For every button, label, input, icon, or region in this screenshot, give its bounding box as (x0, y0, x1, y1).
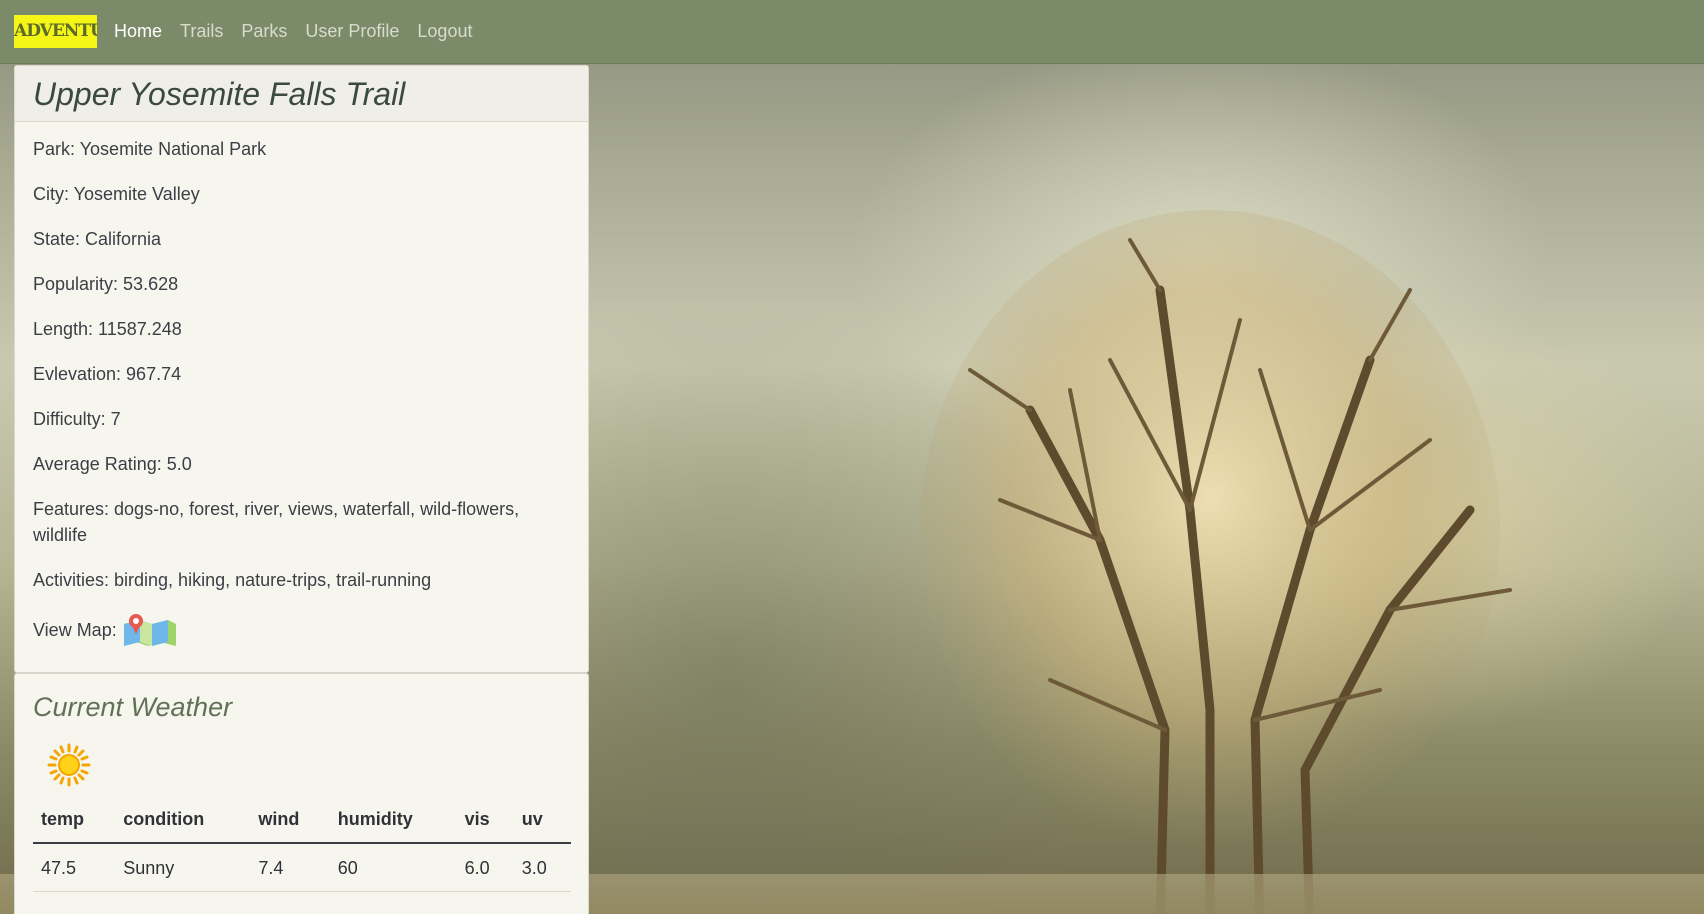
weather-col-uv: uv (513, 801, 571, 844)
trail-card-header: Upper Yosemite Falls Trail (15, 66, 588, 122)
weather-condition-value: Sunny (115, 843, 251, 892)
trail-length: Length: 11587.248 (33, 319, 182, 339)
weather-header-row: temp condition wind humidity vis uv (33, 801, 571, 844)
weather-temp-value: 47.5 (33, 843, 116, 892)
view-map-label: View Map: (33, 620, 117, 640)
weather-uv-value: 3.0 (513, 843, 571, 892)
nav-home[interactable]: Home (114, 21, 162, 42)
map-pin-icon[interactable] (122, 612, 178, 648)
brand-logo[interactable]: ADVENTURE (14, 15, 97, 48)
weather-title: Current Weather (33, 692, 233, 722)
weather-col-wind: wind (250, 801, 330, 844)
weather-col-temp: temp (33, 801, 116, 844)
nav-logout[interactable]: Logout (417, 21, 472, 42)
trail-park: Park: Yosemite National Park (33, 139, 267, 159)
trail-activities: Activities: birding, hiking, nature-trip… (33, 570, 432, 590)
nav-links: Home Trails Parks User Profile Logout (114, 21, 490, 42)
nav-user-profile[interactable]: User Profile (305, 21, 399, 42)
nav-parks[interactable]: Parks (241, 21, 287, 42)
weather-table: temp condition wind humidity vis uv 47.5… (33, 801, 571, 892)
weather-col-humidity: humidity (329, 801, 457, 844)
trail-features: Features: dogs-no, forest, river, views,… (33, 499, 520, 545)
view-map-row: View Map: (33, 612, 570, 648)
trail-title: Upper Yosemite Falls Trail (33, 76, 406, 112)
nav-trails[interactable]: Trails (180, 21, 223, 42)
tree-image (920, 210, 1512, 914)
trail-city: City: Yosemite Valley (33, 184, 200, 204)
table-row: 47.5 Sunny 7.4 60 6.0 3.0 (33, 843, 571, 892)
weather-wind-value: 7.4 (250, 843, 330, 892)
sun-icon (47, 743, 91, 787)
current-weather-card: Current Weather temp condition wind humi… (14, 673, 589, 914)
trail-difficulty: Difficulty: 7 (33, 409, 121, 429)
trail-state: State: California (33, 229, 162, 249)
trail-details-card: Upper Yosemite Falls Trail Park: Yosemit… (14, 65, 589, 673)
navbar: ADVENTURE Home Trails Parks User Profile… (0, 0, 1704, 64)
weather-col-vis: vis (456, 801, 514, 844)
weather-humidity-value: 60 (329, 843, 457, 892)
trail-average-rating: Average Rating: 5.0 (33, 454, 192, 474)
weather-col-condition: condition (115, 801, 251, 844)
trail-popularity: Popularity: 53.628 (33, 274, 179, 294)
trail-elevation: Evlevation: 967.74 (33, 364, 182, 384)
trail-detail-list: Park: Yosemite National Park City: Yosem… (15, 122, 588, 648)
weather-vis-value: 6.0 (456, 843, 514, 892)
